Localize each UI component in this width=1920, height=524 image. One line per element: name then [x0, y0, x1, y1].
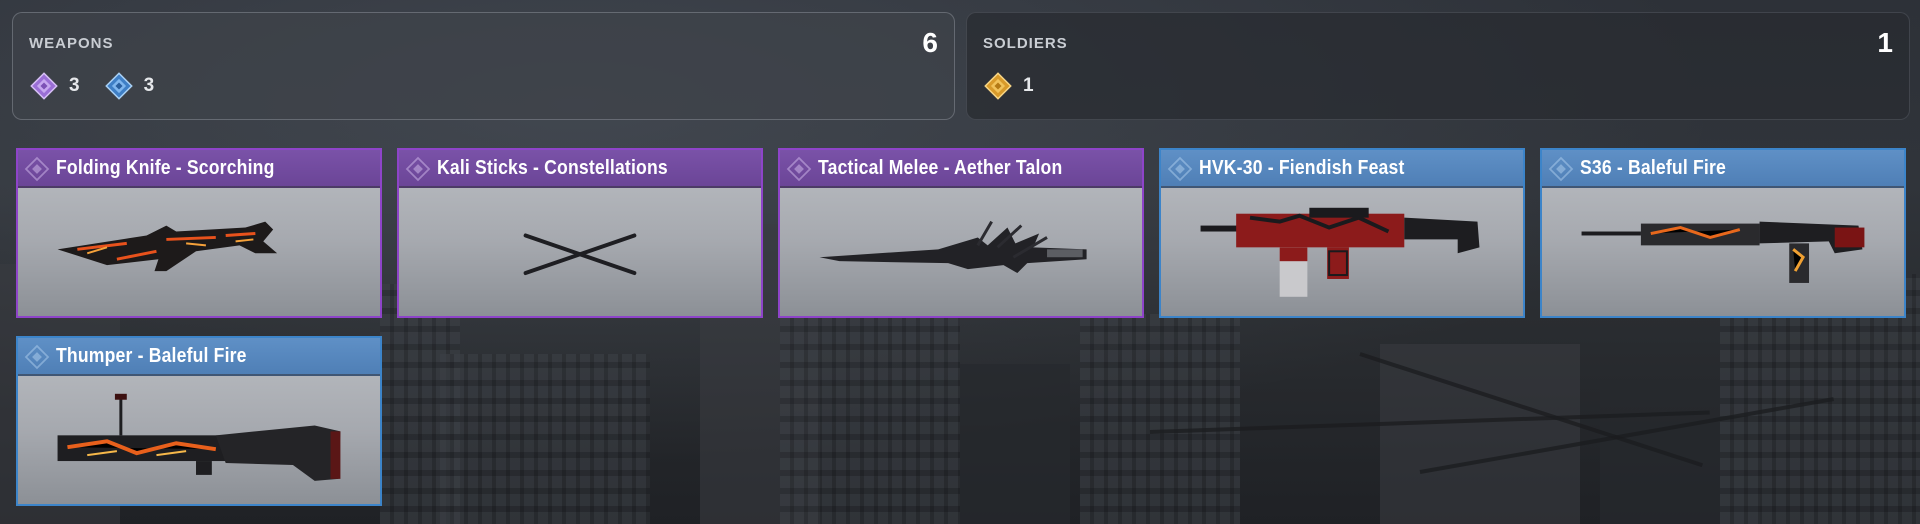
item-name: S36 - Baleful Fire: [1580, 156, 1726, 179]
legendary-count: 1: [1023, 75, 1034, 96]
rare-gem-icon: [104, 72, 133, 100]
rare-gem-icon: [24, 344, 50, 370]
item-card-s36[interactable]: S36 - Baleful Fire: [1540, 148, 1906, 318]
legendary-count-stat: 1: [983, 71, 1034, 101]
epic-gem-icon: [405, 156, 431, 182]
epic-gem-icon: [786, 156, 812, 182]
rare-count: 3: [143, 75, 155, 96]
item-card-tactical-melee[interactable]: Tactical Melee - Aether Talon: [778, 148, 1144, 318]
soldiers-summary-panel: SOLDIERS 1 1: [966, 12, 1910, 120]
weapons-title: WEAPONS: [29, 35, 114, 52]
rare-count-stat: 3: [104, 71, 155, 101]
item-card-kali-sticks[interactable]: Kali Sticks - Constellations: [397, 148, 763, 318]
rare-gem-icon: [1548, 156, 1574, 182]
hvk-30-image: [1200, 207, 1480, 297]
item-name: Tactical Melee - Aether Talon: [818, 156, 1063, 179]
thumper-image: [57, 393, 341, 481]
item-card-hvk-30[interactable]: HVK-30 - Fiendish Feast: [1159, 148, 1525, 318]
soldiers-title: SOLDIERS: [983, 35, 1068, 52]
folding-knife-image: [57, 221, 278, 272]
epic-count-stat: 3: [29, 71, 80, 101]
s36-image: [1581, 221, 1865, 283]
soldiers-total: 1: [1877, 27, 1893, 58]
weapons-summary-panel: WEAPONS 6 3 3: [12, 12, 955, 120]
item-name: HVK-30 - Fiendish Feast: [1199, 156, 1405, 179]
epic-gem-icon: [30, 72, 58, 100]
weapons-total: 6: [922, 27, 938, 58]
rare-gem-icon: [1167, 156, 1193, 182]
legendary-gem-icon: [984, 72, 1012, 100]
item-card-folding-knife[interactable]: Folding Knife - Scorching: [16, 148, 382, 318]
epic-count: 3: [69, 75, 80, 96]
item-card-thumper[interactable]: Thumper - Baleful Fire: [16, 336, 382, 506]
item-name: Kali Sticks - Constellations: [437, 156, 668, 179]
item-name: Thumper - Baleful Fire: [56, 344, 247, 367]
epic-gem-icon: [24, 156, 50, 182]
aether-talon-image: [819, 220, 1087, 274]
item-name: Folding Knife - Scorching: [56, 156, 275, 179]
kali-sticks-image: [523, 233, 637, 276]
